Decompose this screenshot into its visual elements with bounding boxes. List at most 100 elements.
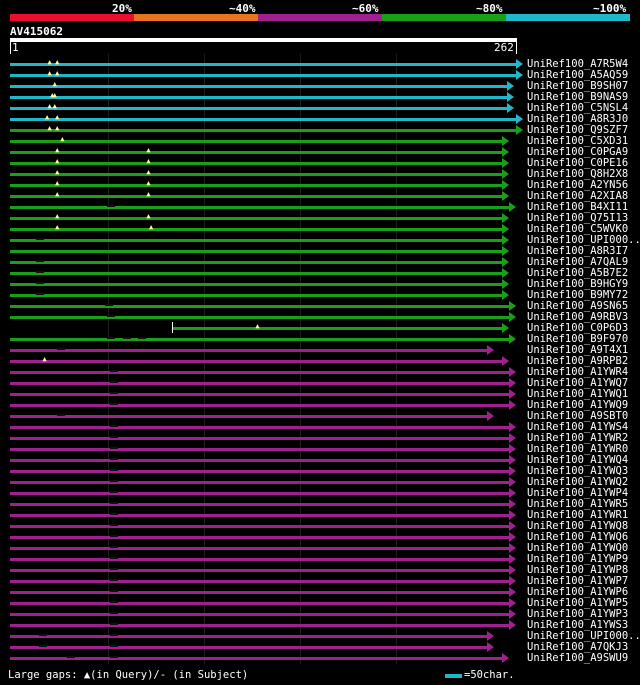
hit-bar[interactable] [10,492,509,495]
hit-bar[interactable] [10,338,509,341]
hit-bar[interactable] [10,514,509,517]
hit-bar[interactable] [10,415,487,418]
query-gap-marker-icon: ▲ [255,322,260,330]
hit-bar[interactable] [10,393,509,396]
query-gap-marker-icon: ▲ [55,146,60,154]
subject-gap-marker [36,271,45,273]
hit-id-link[interactable]: UniRef100_A9SWU9 [527,652,628,664]
hit-arrow-icon [501,246,509,256]
hit-bar[interactable] [10,536,509,539]
hit-arrow-icon [508,400,516,410]
hit-bar[interactable] [10,437,509,440]
hit-arrow-icon [508,466,516,476]
subject-gap-marker [109,469,118,471]
hit-bar[interactable] [10,316,509,319]
subject-gap-marker [36,293,45,295]
query-gap-marker-icon: ▲ [55,113,60,121]
hit-bar[interactable] [10,283,502,286]
hit-bar[interactable] [10,140,502,143]
hit-arrow-icon [501,279,509,289]
hit-row: UniRef100_A9SWU9 [0,652,640,664]
hit-bar[interactable] [10,646,487,649]
query-gap-marker-icon: ▲ [146,212,151,220]
hit-arrow-icon [506,92,514,102]
query-gap-marker-icon: ▲ [55,69,60,77]
hit-bar[interactable] [10,162,502,165]
hit-bar[interactable] [10,107,507,110]
hit-bar[interactable] [10,118,517,121]
query-gap-marker-icon: ▲ [55,124,60,132]
hit-bar[interactable] [10,580,509,583]
hit-arrow-icon [508,433,516,443]
hit-bar[interactable] [10,448,509,451]
subject-gap-marker [36,238,45,240]
hit-bar[interactable] [10,63,517,66]
hit-bar[interactable] [10,503,509,506]
hit-bar[interactable] [10,96,507,99]
hit-bar[interactable] [10,217,502,220]
hit-bar[interactable] [10,404,509,407]
subject-gap-marker [109,568,118,570]
hit-bar[interactable] [10,173,502,176]
hit-arrow-icon [516,59,524,69]
hit-arrow-icon [501,191,509,201]
scale-bar [445,674,462,678]
hit-arrow-icon [508,609,516,619]
hit-bar[interactable] [10,228,502,231]
query-gap-marker-icon: ▲ [148,223,154,231]
hit-bar[interactable] [10,206,509,209]
hit-bar[interactable] [10,481,509,484]
hit-bar[interactable] [10,294,502,297]
hit-bar[interactable] [10,635,487,638]
subject-gap-marker [137,337,146,339]
hit-arrow-icon [508,598,516,608]
hit-bar[interactable] [10,239,502,242]
subject-gap-marker [107,337,116,339]
hit-bar[interactable] [10,525,509,528]
hit-bar[interactable] [172,327,502,330]
hit-arrow-icon [508,367,516,377]
subject-gap-marker [109,645,118,647]
hit-bar[interactable] [10,129,517,132]
hit-bar[interactable] [10,74,517,77]
hit-bar[interactable] [10,184,502,187]
hit-bar[interactable] [10,305,509,308]
subject-gap-marker [109,546,118,548]
hit-bar[interactable] [10,558,509,561]
hit-bar[interactable] [10,470,509,473]
hit-bar[interactable] [10,360,502,363]
subject-gap-marker [56,348,65,350]
subject-gap-marker [109,392,118,394]
hit-bar[interactable] [10,250,502,253]
hit-bar[interactable] [10,151,502,154]
hit-bar[interactable] [10,382,509,385]
hit-bar[interactable] [10,371,509,374]
hit-arrow-icon [501,224,509,234]
hit-bar[interactable] [10,657,502,660]
hit-bar[interactable] [10,459,509,462]
subject-gap-marker [109,535,118,537]
hit-bar[interactable] [10,195,502,198]
hit-bar[interactable] [10,613,509,616]
subject-gap-marker [109,579,118,581]
query-gap-marker-icon: ▲ [55,58,60,66]
subject-gap-marker [109,656,118,658]
query-gap-marker-icon: ▲ [55,212,60,220]
hit-bar[interactable] [10,569,509,572]
query-gap-marker-icon: ▲ [47,58,52,66]
subject-gap-marker [109,370,118,372]
hit-bar[interactable] [10,591,509,594]
hit-bar[interactable] [10,547,509,550]
hit-arrow-icon [506,81,514,91]
hit-bar[interactable] [10,85,507,88]
hit-bar[interactable] [10,261,502,264]
hit-bar[interactable] [10,349,487,352]
hit-bar[interactable] [10,272,502,275]
hit-arrow-icon [501,136,509,146]
hit-start-tick [172,322,174,333]
hit-bar[interactable] [10,624,509,627]
subject-gap-marker [109,403,118,405]
hit-bar[interactable] [10,426,509,429]
subject-gap-marker [104,304,113,306]
hit-bar[interactable] [10,602,509,605]
